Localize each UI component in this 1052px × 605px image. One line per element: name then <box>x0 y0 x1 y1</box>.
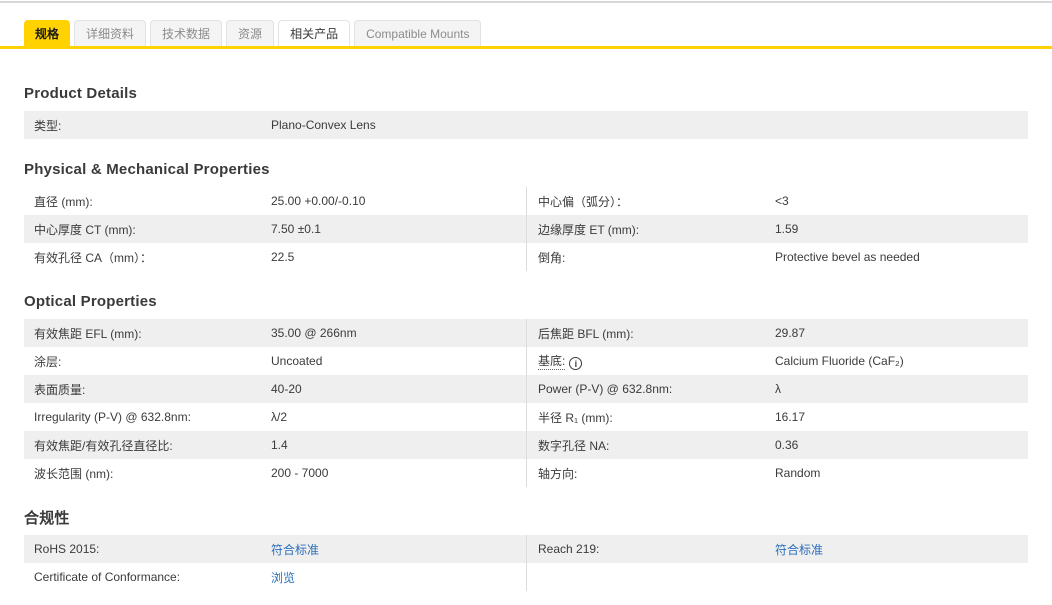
page-top-divider <box>0 1 1052 3</box>
tab-compatible-mounts[interactable]: Compatible Mounts <box>354 20 482 46</box>
spec-value: 1.4 <box>271 438 288 452</box>
spec-value: 35.00 @ 266nm <box>271 326 357 340</box>
table-row: 有效孔径 CA（mm）： 22.5 倒角: Protective bevel a… <box>24 243 1028 271</box>
spec-value: 29.87 <box>775 326 806 340</box>
spec-label: 直径 (mm): <box>34 194 93 209</box>
table-row: RoHS 2015: 符合标准 Reach 219: 符合标准 <box>24 535 1028 563</box>
spec-value: λ <box>775 382 781 396</box>
spec-value: 40-20 <box>271 382 302 396</box>
table-row: 类型: Plano-Convex Lens <box>24 111 1028 139</box>
spec-label: 有效焦距 EFL (mm): <box>34 326 142 341</box>
spec-value: Protective bevel as needed <box>775 250 920 264</box>
spec-label: 倒角: <box>538 250 566 265</box>
tab-resources[interactable]: 资源 <box>226 20 275 46</box>
spec-value: 1.59 <box>775 222 799 236</box>
spec-label: 表面质量: <box>34 382 86 397</box>
table-row: 直径 (mm): 25.00 +0.00/-0.10 中心偏（弧分）： <3 <box>24 187 1028 215</box>
spec-value: Plano-Convex Lens <box>271 118 376 132</box>
tab-technical-data[interactable]: 技术数据 <box>150 20 223 46</box>
spec-label: 有效焦距/有效孔径直径比: <box>34 438 173 453</box>
rohs-compliant-link[interactable]: 符合标准 <box>271 543 319 557</box>
info-icon[interactable]: i <box>569 357 583 370</box>
table-row: Certificate of Conformance: 浏览 <box>24 563 1028 591</box>
section-title-compliance: 合规性 <box>24 510 70 527</box>
spec-value: Random <box>775 466 821 480</box>
spec-value: <3 <box>775 194 789 208</box>
spec-tab-bar: 规格 详细资料 技术数据 资源 相关产品 Compatible Mounts <box>0 20 1052 49</box>
spec-label: 轴方向: <box>538 466 578 481</box>
section-title-optical: Optical Properties <box>24 293 157 310</box>
table-row: 表面质量: 40-20 Power (P-V) @ 632.8nm: λ <box>24 375 1028 403</box>
spec-label: 类型: <box>34 118 62 133</box>
table-row: 中心厚度 CT (mm): 7.50 ±0.1 边缘厚度 ET (mm): 1.… <box>24 215 1028 243</box>
spec-value: λ/2 <box>271 410 288 424</box>
table-row: 有效焦距/有效孔径直径比: 1.4 数字孔径 NA: 0.36 <box>24 431 1028 459</box>
spec-label: Reach 219: <box>538 542 600 556</box>
spec-label: Certificate of Conformance: <box>34 570 181 584</box>
table-row: 有效焦距 EFL (mm): 35.00 @ 266nm 后焦距 BFL (mm… <box>24 319 1028 347</box>
table-row: 涂层: Uncoated 基底: i Calcium Fluoride (CaF₂… <box>24 347 1028 375</box>
spec-label: 边缘厚度 ET (mm): <box>538 222 640 237</box>
spec-label: 有效孔径 CA（mm）： <box>34 250 152 265</box>
tab-specs[interactable]: 规格 <box>24 20 71 46</box>
tab-related-products[interactable]: 相关产品 <box>278 20 351 46</box>
spec-label: 波长范围 (nm): <box>34 466 114 481</box>
certificate-view-link[interactable]: 浏览 <box>271 571 295 585</box>
spec-label: 数字孔径 NA: <box>538 438 610 453</box>
table-row: 波长范围 (nm): 200 - 7000 轴方向: Random <box>24 459 1028 487</box>
tab-details[interactable]: 详细资料 <box>74 20 147 46</box>
spec-value: Calcium Fluoride (CaF₂) <box>775 354 904 368</box>
spec-value: 22.5 <box>271 250 295 264</box>
spec-value: Uncoated <box>271 354 323 368</box>
table-row: Irregularity (P-V) @ 632.8nm: λ/2 半径 R₁ … <box>24 403 1028 431</box>
spec-label: Irregularity (P-V) @ 632.8nm: <box>34 410 191 424</box>
spec-label: 后焦距 BFL (mm): <box>538 326 634 341</box>
spec-value: 200 - 7000 <box>271 466 329 480</box>
substrate-label: 基底: <box>538 354 566 370</box>
spec-label: 中心偏（弧分）： <box>538 194 629 209</box>
spec-label: 中心厚度 CT (mm): <box>34 222 136 237</box>
section-title-physical: Physical & Mechanical Properties <box>24 161 270 178</box>
section-title-product-details: Product Details <box>24 85 138 102</box>
reach-compliant-link[interactable]: 符合标准 <box>775 543 823 557</box>
spec-label: 半径 R₁ (mm): <box>538 410 613 425</box>
spec-label-substrate: 基底: i <box>527 352 775 370</box>
spec-value: 0.36 <box>775 438 799 452</box>
spec-value: 7.50 ±0.1 <box>271 222 321 236</box>
spec-content: Product Details 类型: Plano-Convex Lens Ph… <box>0 85 1052 591</box>
spec-label: 涂层: <box>34 354 62 369</box>
spec-label: Power (P-V) @ 632.8nm: <box>538 382 673 396</box>
spec-label: RoHS 2015: <box>34 542 100 556</box>
spec-value: 25.00 +0.00/-0.10 <box>271 194 366 208</box>
spec-value: 16.17 <box>775 410 806 424</box>
